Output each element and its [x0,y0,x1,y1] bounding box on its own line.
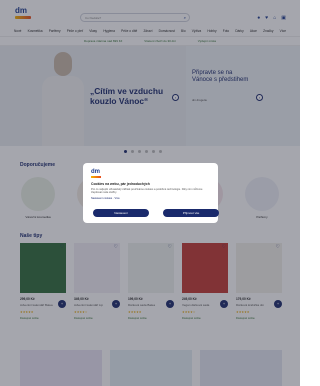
cookie-title: Cookies na webu, pár jednoduchých [91,182,150,186]
cookie-buttons: Nastavení Přijmout vše [93,209,219,217]
cookie-links[interactable]: Nastavení cookies · Více [91,197,210,200]
cookie-accept-button[interactable]: Přijmout vše [163,209,219,217]
page: dm Co hledáte? ⌕ ● ♥ ⌂ ▣ Nové Kosmetika Pa… [0,0,300,386]
cookie-text: Pro co nejlepší uživatelský zážitek použ… [91,188,203,195]
dm-logo: dm [91,169,210,178]
cookie-dialog: dm Cookies na webu, pár jednoduchých Pro… [83,163,219,223]
cookie-settings-button[interactable]: Nastavení [93,209,149,217]
